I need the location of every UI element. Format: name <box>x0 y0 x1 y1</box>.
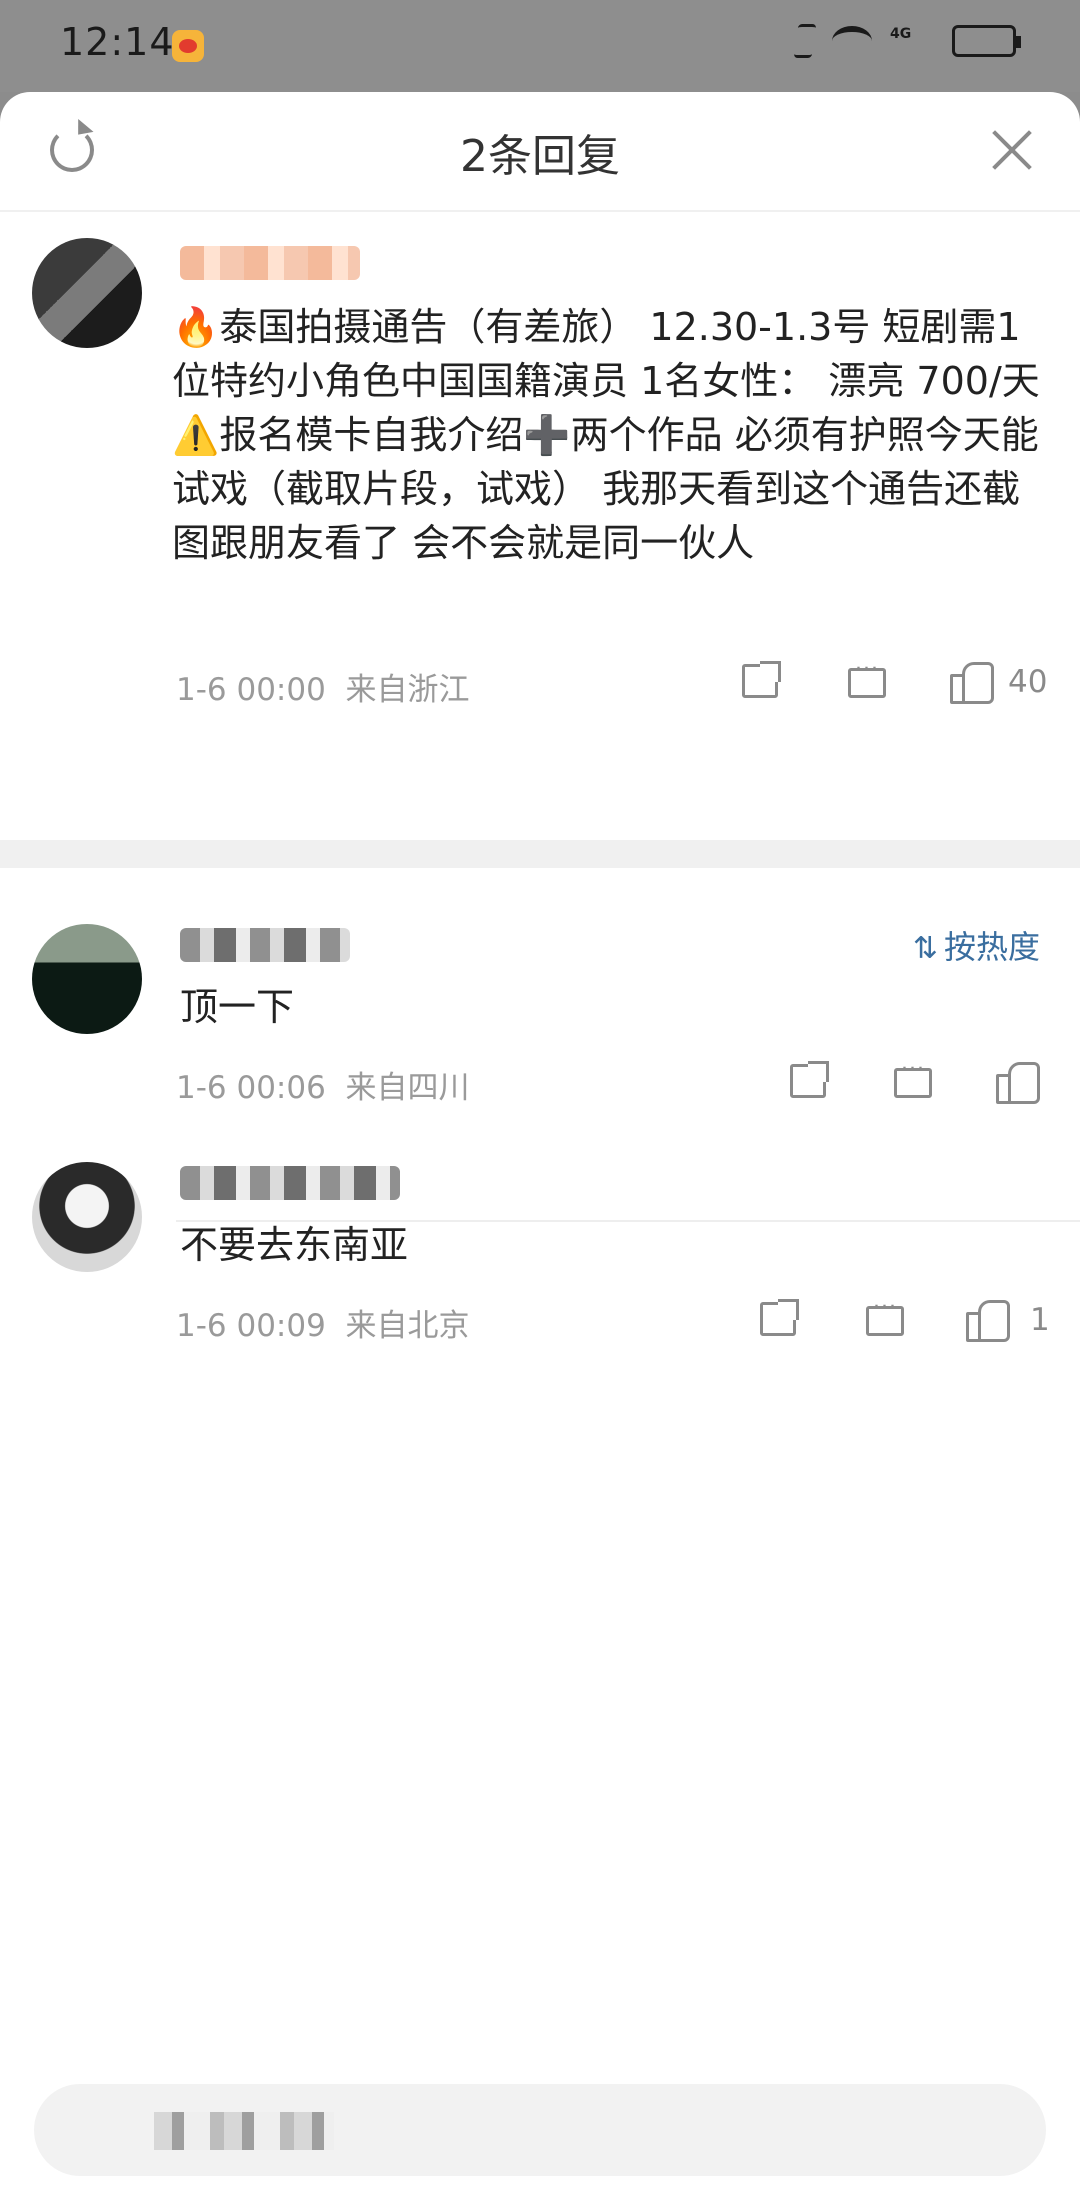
like-count: 1 <box>1030 1302 1050 1338</box>
avatar[interactable] <box>32 238 142 348</box>
status-bar: 12:14 4G <box>0 0 1080 92</box>
sheet-header: 2条回复 <box>0 92 1080 212</box>
reply-time: 1-6 00:06 来自四川 <box>176 1070 470 1106</box>
comment-time: 1-6 00:00 来自浙江 <box>176 672 470 708</box>
signal-icon: 4G <box>890 26 912 42</box>
close-icon[interactable] <box>990 128 1034 172</box>
username-blurred[interactable] <box>180 246 360 280</box>
reply-text: 不要去东南亚 <box>180 1223 409 1267</box>
status-icons: 4G <box>793 24 1021 58</box>
status-time: 12:14 <box>60 20 175 64</box>
input-placeholder-blurred <box>154 2112 334 2150</box>
comment-text: 🔥泰国拍摄通告（有差旅） 12.30-1.3号 短剧需1位特约小角色中国国籍演员… <box>172 305 1040 565</box>
like-icon[interactable] <box>996 1060 1040 1104</box>
comment-input[interactable] <box>34 2084 1046 2176</box>
like-icon[interactable] <box>966 1298 1010 1342</box>
reply-time: 1-6 00:09 来自北京 <box>176 1308 470 1344</box>
comment-icon[interactable] <box>848 657 886 698</box>
like-count: 40 <box>1008 664 1048 700</box>
comment-icon[interactable] <box>894 1057 932 1098</box>
bluetooth-icon <box>793 24 817 58</box>
avatar[interactable] <box>32 924 142 1034</box>
sort-icon: ⇅ <box>912 931 938 966</box>
section-divider <box>0 840 1080 868</box>
sort-button[interactable]: ⇅ 按热度 <box>913 922 1040 968</box>
share-icon[interactable] <box>760 1299 799 1336</box>
battery-icon <box>952 25 1021 57</box>
username-blurred[interactable] <box>180 1166 400 1200</box>
page-title: 2条回复 <box>460 131 620 182</box>
sort-label: 按热度 <box>943 928 1040 966</box>
share-icon[interactable] <box>790 1061 829 1098</box>
share-icon[interactable] <box>742 661 781 698</box>
avatar[interactable] <box>32 1162 142 1272</box>
replies-sheet: 2条回复 🔥泰国拍摄通告（有差旅） 12.30-1.3号 短剧需1位特约小角色中… <box>0 92 1080 2204</box>
username-blurred[interactable] <box>180 928 350 962</box>
weibo-app-icon <box>172 30 204 62</box>
like-icon[interactable] <box>950 660 994 704</box>
comment-icon[interactable] <box>866 1295 904 1336</box>
main-comment: 🔥泰国拍摄通告（有差旅） 12.30-1.3号 短剧需1位特约小角色中国国籍演员… <box>0 212 1080 752</box>
wifi-icon <box>832 26 872 56</box>
reply-text: 顶一下 <box>180 985 295 1029</box>
